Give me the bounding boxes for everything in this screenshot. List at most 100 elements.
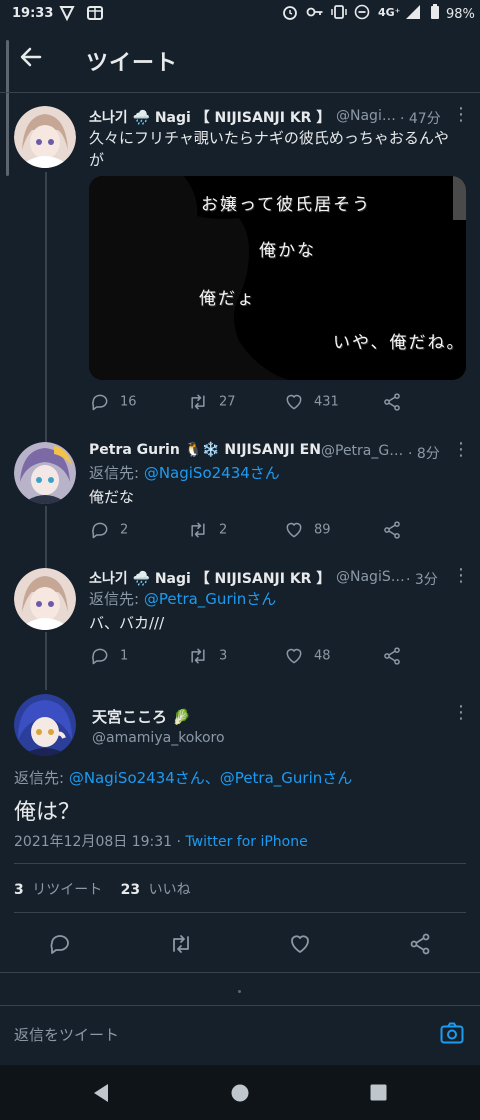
tweet-time: · 8分 [408, 446, 440, 462]
reply-context: 返信先: @Petra_Gurinさん [89, 588, 276, 610]
page-title: ツイート [86, 51, 179, 76]
reply-context: 返信先: @NagiSo2434さん [89, 462, 280, 484]
avatar[interactable] [14, 442, 76, 504]
vibrate-icon [330, 4, 348, 24]
shield-icon [58, 4, 76, 26]
network-type: 4G⁺ [378, 6, 401, 19]
battery-icon [430, 4, 440, 24]
tweet-text: 俺は？ [14, 800, 81, 825]
reply-button[interactable]: 2 [90, 520, 128, 540]
retweet-button[interactable]: 3 [187, 646, 227, 666]
tweet-image[interactable]: お嬢って彼氏居そう 俺かな 俺だょ いや、俺だね。 [89, 176, 466, 380]
alarm-icon [282, 4, 298, 24]
more-options-icon[interactable]: ⋮ [452, 565, 470, 586]
avatar[interactable] [14, 694, 76, 756]
retweet-button[interactable]: 27 [187, 392, 236, 412]
reply-button[interactable]: 16 [90, 392, 137, 412]
author-name[interactable]: 소나기 🌧️ Nagi 【 NIJISANJI KR 】 [89, 107, 330, 127]
tweet-3[interactable]: 소나기 🌧️ Nagi 【 NIJISANJI KR 】 @NagiS… · 3… [0, 556, 480, 682]
back-arrow-icon[interactable] [18, 44, 44, 76]
reply-prefix: 返信先: [14, 769, 69, 787]
reply-prefix: 返信先: [89, 590, 144, 608]
reply-input[interactable]: 返信をツイート [14, 1024, 119, 1045]
author-name[interactable]: Petra Gurin 🐧❄️ NIJISANJI EN [89, 442, 321, 458]
image-caption-line: 俺かな [259, 241, 316, 261]
more-options-icon[interactable]: ⋮ [452, 104, 470, 125]
engagement-stats: 3 リツイート 23 いいね [14, 879, 191, 899]
back-nav-icon[interactable] [92, 1083, 110, 1107]
like-button[interactable]: 48 [284, 646, 331, 666]
dnd-icon [354, 4, 370, 24]
author-name[interactable]: 天宮こころ 🥬 [92, 706, 191, 727]
reply-count: 16 [120, 394, 137, 410]
reply-prefix: 返信先: [89, 464, 144, 482]
system-nav-bar [0, 1065, 480, 1120]
avatar[interactable] [14, 568, 76, 630]
divider [14, 912, 466, 913]
like-total[interactable]: 23 [121, 882, 140, 898]
reply-count: 1 [120, 648, 129, 664]
loading-dot [238, 990, 241, 993]
header-divider [0, 92, 480, 93]
battery-percent: 98% [446, 7, 475, 22]
recents-nav-icon[interactable] [370, 1084, 387, 1105]
reply-mention-link[interactable]: @NagiSo2434さん [144, 464, 280, 482]
tweet-2[interactable]: Petra Gurin 🐧❄️ NIJISANJI EN @Petra_G… ·… [0, 430, 480, 556]
tweet-text: 俺だな [89, 488, 135, 506]
share-button[interactable] [382, 520, 412, 540]
image-caption-line: いや、俺だね。 [333, 333, 466, 353]
retweet-button[interactable] [168, 932, 194, 960]
image-caption-line: お嬢って彼氏居そう [201, 195, 372, 215]
reply-composer[interactable]: 返信をツイート [0, 1006, 480, 1058]
image-caption-line: 俺だょ [199, 289, 256, 309]
tweet-1[interactable]: 소나기 🌧️ Nagi 【 NIJISANJI KR 】 @Nagi… · 47… [0, 96, 480, 426]
like-label[interactable]: いいね [149, 882, 191, 898]
top-app-bar: ツイート [0, 30, 480, 90]
tweet-text: 久々にフリチャ覗いたらナギの彼氏めっちゃおるんやが [89, 129, 449, 169]
retweet-count: 2 [219, 522, 228, 538]
tweet-source-link[interactable]: Twitter for iPhone [185, 834, 307, 850]
tweet-timestamp: 2021年12月08日 19:31 · Twitter for iPhone [14, 831, 308, 851]
retweet-count: 27 [219, 394, 236, 410]
avatar[interactable] [14, 106, 76, 168]
tweet-time: · 3分 [406, 572, 438, 588]
like-count: 48 [314, 648, 331, 664]
share-button[interactable] [382, 646, 412, 666]
like-count: 431 [314, 394, 339, 410]
signal-icon [404, 4, 422, 24]
retweet-total[interactable]: 3 [14, 882, 24, 898]
tweet-text: バ、バカ/// [89, 614, 165, 632]
more-options-icon[interactable]: ⋮ [452, 439, 470, 460]
divider [0, 972, 480, 973]
main-tweet: 天宮こころ 🥬 @amamiya_kokoro ⋮ 返信先: @NagiSo24… [0, 682, 480, 972]
status-bar: 19:33 4G⁺ 98% [0, 0, 480, 30]
author-handle: @Nagi… [336, 108, 396, 124]
retweet-button[interactable]: 2 [187, 520, 227, 540]
reply-mention-link[interactable]: @Petra_Gurinさん [144, 590, 276, 608]
reply-context: 返信先: @NagiSo2434さん、@Petra_Gurinさん [14, 767, 352, 789]
retweet-label[interactable]: リツイート [32, 882, 102, 898]
author-handle: @amamiya_kokoro [92, 730, 225, 746]
reply-button[interactable] [48, 932, 72, 960]
reply-mention-link[interactable]: @NagiSo2434さん、@Petra_Gurinさん [69, 769, 352, 787]
status-time: 19:33 [12, 6, 54, 21]
camera-icon[interactable] [440, 1022, 464, 1048]
author-name[interactable]: 소나기 🌧️ Nagi 【 NIJISANJI KR 】 [89, 568, 330, 588]
author-handle: @NagiS… [336, 569, 405, 585]
like-button[interactable] [288, 932, 312, 960]
like-button[interactable]: 89 [284, 520, 331, 540]
home-nav-icon[interactable] [231, 1084, 249, 1106]
like-button[interactable]: 431 [284, 392, 339, 412]
reply-count: 2 [120, 522, 129, 538]
tweet-time: · 47分 [400, 111, 441, 127]
key-icon [306, 4, 324, 24]
share-button[interactable] [408, 932, 432, 960]
more-options-icon[interactable]: ⋮ [452, 702, 470, 723]
reply-button[interactable]: 1 [90, 646, 128, 666]
retweet-count: 3 [219, 648, 228, 664]
share-button[interactable] [382, 392, 412, 412]
tweet-datetime: 2021年12月08日 19:31 · [14, 834, 186, 850]
divider [14, 863, 466, 864]
author-handle: @Petra_G… [321, 443, 404, 459]
like-count: 89 [314, 522, 331, 538]
